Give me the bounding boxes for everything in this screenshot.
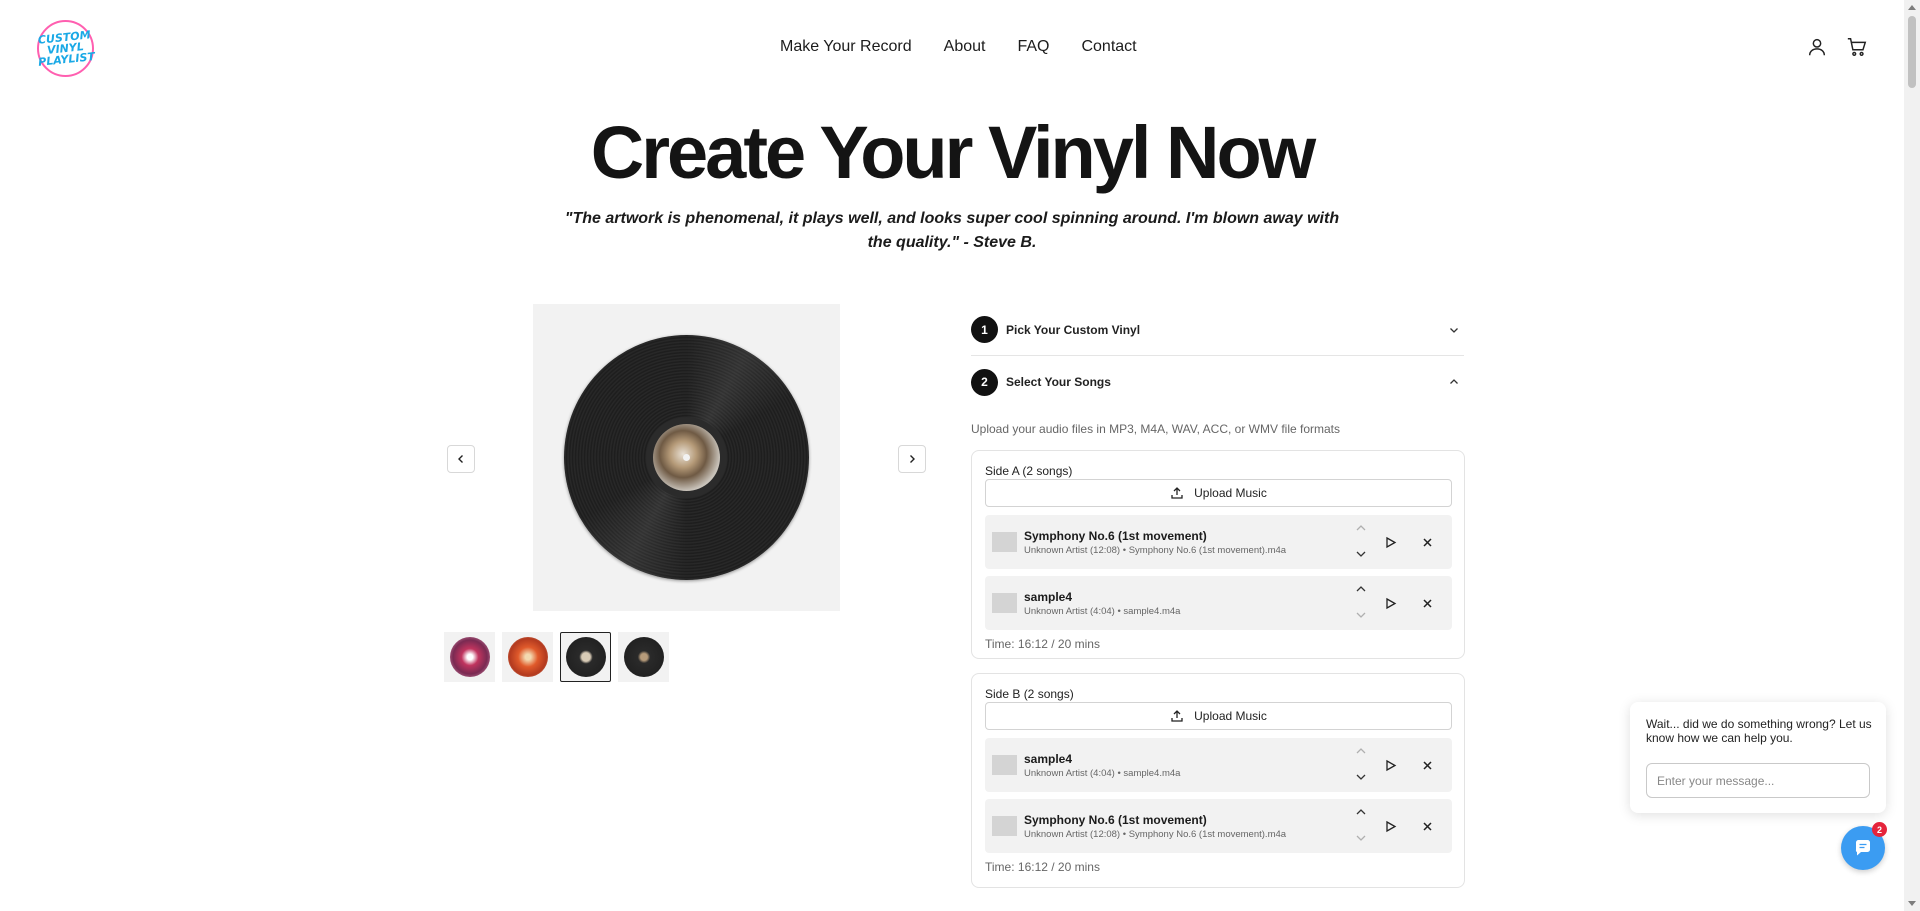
- close-icon: [1422, 537, 1432, 547]
- upload-music-button[interactable]: Upload Music: [985, 702, 1452, 730]
- upload-button-label: Upload Music: [1194, 486, 1267, 500]
- song-artwork: [992, 593, 1017, 613]
- chat-unread-badge: 2: [1872, 822, 1887, 837]
- gallery-thumbnail[interactable]: [444, 632, 495, 682]
- song-title: Symphony No.6 (1st movement): [1024, 529, 1207, 543]
- step-label: Pick Your Custom Vinyl: [1006, 322, 1141, 337]
- scroll-down-arrow[interactable]: [1908, 901, 1916, 906]
- step-number: 1: [971, 316, 998, 343]
- remove-song-button[interactable]: [1417, 755, 1437, 775]
- close-icon: [1422, 821, 1432, 831]
- reorder-arrows-icon[interactable]: [1353, 807, 1369, 845]
- side-b-panel: Side B (2 songs) Upload Music sample4 Un…: [971, 673, 1465, 888]
- chevron-left-icon: [458, 455, 463, 463]
- chevron-right-icon: [910, 455, 915, 463]
- play-icon: [1385, 597, 1396, 609]
- user-icon[interactable]: [1806, 36, 1828, 58]
- close-icon: [1422, 598, 1432, 608]
- nav-link-about[interactable]: About: [944, 38, 986, 56]
- song-meta: Unknown Artist (12:08) • Symphony No.6 (…: [1024, 829, 1287, 840]
- side-a-panel: Side A (2 songs) Upload Music Symphony N…: [971, 450, 1465, 659]
- step-label: Select Your Songs: [1006, 375, 1111, 389]
- page-title: Create Your Vinyl Now: [590, 111, 1316, 194]
- play-button[interactable]: [1380, 755, 1400, 775]
- play-button[interactable]: [1380, 532, 1400, 552]
- side-title: Side B (2 songs): [985, 687, 1074, 701]
- song-title: sample4: [1024, 752, 1073, 766]
- song-row[interactable]: Symphony No.6 (1st movement) Unknown Art…: [985, 515, 1452, 569]
- scroll-up-arrow[interactable]: [1908, 5, 1916, 10]
- product-main-image: [533, 304, 840, 611]
- play-icon: [1385, 536, 1396, 548]
- song-meta: Unknown Artist (4:04) • sample4.m4a: [1024, 606, 1181, 617]
- nav-link-contact[interactable]: Contact: [1081, 38, 1136, 56]
- song-row[interactable]: sample4 Unknown Artist (4:04) • sample4.…: [985, 738, 1452, 792]
- remove-song-button[interactable]: [1417, 532, 1437, 552]
- site-header: CUSTOM VINYL PLAYLIST Make Your Record Abo…: [0, 0, 1904, 96]
- song-artwork: [992, 755, 1017, 775]
- close-icon: [1422, 760, 1432, 770]
- song-meta: Unknown Artist (4:04) • sample4.m4a: [1024, 768, 1181, 779]
- nav-link-faq[interactable]: FAQ: [1017, 38, 1049, 56]
- chat-bubble-icon: [1855, 840, 1870, 856]
- chevron-down-icon: [1450, 327, 1458, 333]
- testimonial-quote: "The artwork is phenomenal, it plays wel…: [564, 210, 1340, 251]
- chat-message: Wait... did we do something wrong? Let u…: [1646, 717, 1872, 745]
- song-row[interactable]: sample4 Unknown Artist (4:04) • sample4.…: [985, 576, 1452, 630]
- chevron-up-icon: [1450, 379, 1458, 384]
- gallery-prev-button[interactable]: [447, 445, 475, 473]
- upload-icon: [1171, 710, 1183, 722]
- gallery-thumbnail[interactable]: [502, 632, 553, 682]
- song-title: Symphony No.6 (1st movement): [1024, 813, 1207, 827]
- step-number: 2: [971, 368, 998, 396]
- side-title: Side A (2 songs): [985, 464, 1073, 478]
- song-artwork: [992, 532, 1017, 552]
- upload-music-button[interactable]: Upload Music: [985, 479, 1452, 507]
- gallery-next-button[interactable]: [898, 445, 926, 473]
- cart-icon[interactable]: [1846, 36, 1868, 58]
- page-scrollbar[interactable]: [1904, 0, 1920, 911]
- scroll-thumb[interactable]: [1908, 16, 1916, 88]
- step-select-songs[interactable]: 2 Select Your Songs: [971, 356, 1464, 408]
- play-button[interactable]: [1380, 816, 1400, 836]
- upload-help-text: Upload your audio files in MP3, M4A, WAV…: [971, 422, 1341, 436]
- chat-message-input[interactable]: [1646, 763, 1870, 798]
- song-meta: Unknown Artist (12:08) • Symphony No.6 (…: [1024, 545, 1287, 556]
- side-time-total: Time: 16:12 / 20 mins: [985, 637, 1100, 651]
- reorder-arrows-icon[interactable]: [1353, 523, 1369, 561]
- reorder-arrows-icon[interactable]: [1353, 746, 1369, 784]
- song-title: sample4: [1024, 590, 1073, 604]
- play-icon: [1385, 759, 1396, 771]
- vinyl-record: [564, 335, 809, 580]
- remove-song-button[interactable]: [1417, 593, 1437, 613]
- nav-link-make-your-record[interactable]: Make Your Record: [780, 38, 912, 56]
- remove-song-button[interactable]: [1417, 816, 1437, 836]
- play-icon: [1385, 820, 1396, 832]
- reorder-arrows-icon[interactable]: [1353, 584, 1369, 622]
- gallery-thumbnail-active[interactable]: [560, 632, 611, 682]
- play-button[interactable]: [1380, 593, 1400, 613]
- chat-popup: Wait... did we do something wrong? Let u…: [1630, 702, 1886, 813]
- side-time-total: Time: 16:12 / 20 mins: [985, 860, 1100, 874]
- logo-wordmark: CUSTOM VINYL PLAYLIST: [37, 28, 96, 69]
- main-nav: Make Your Record About FAQ Contact: [780, 38, 1137, 56]
- gallery-thumbnail[interactable]: [618, 632, 669, 682]
- upload-icon: [1171, 487, 1183, 499]
- upload-button-label: Upload Music: [1194, 709, 1267, 723]
- step-pick-vinyl[interactable]: 1 Pick Your Custom Vinyl: [971, 304, 1464, 356]
- gallery-thumbnails: [444, 632, 669, 682]
- song-row[interactable]: Symphony No.6 (1st movement) Unknown Art…: [985, 799, 1452, 853]
- site-logo[interactable]: CUSTOM VINYL PLAYLIST: [37, 20, 96, 77]
- song-artwork: [992, 816, 1017, 836]
